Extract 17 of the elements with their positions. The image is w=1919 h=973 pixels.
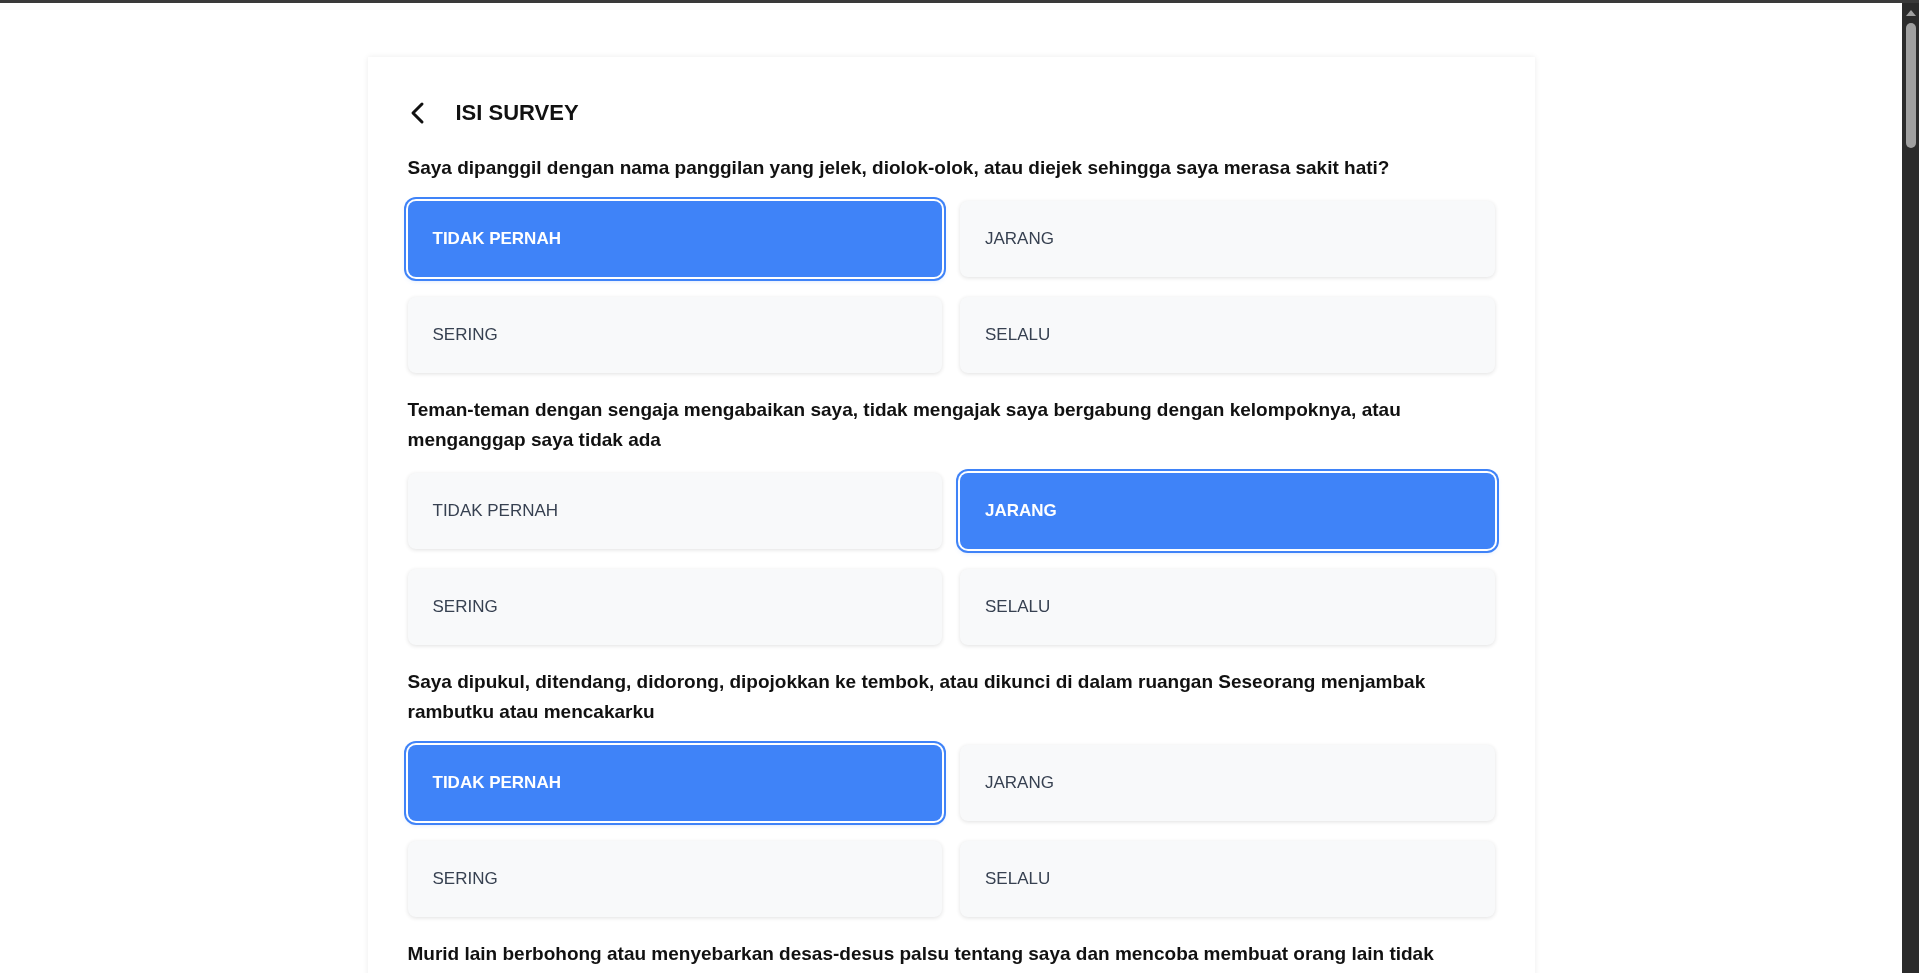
- scrollbar[interactable]: [1902, 3, 1919, 973]
- answer-option[interactable]: SERING: [407, 569, 942, 645]
- answer-option[interactable]: JARANG: [960, 201, 1495, 277]
- page-title: ISI SURVEY: [455, 100, 579, 126]
- answer-option[interactable]: SELALU: [960, 841, 1495, 917]
- scroll-up-icon[interactable]: [1904, 9, 1917, 17]
- question-text: Murid lain berbohong atau menyebarkan desas-desus palsu tentang saya dan mencoba membuat orang lain tidak: [407, 942, 1435, 966]
- answer-option[interactable]: SERING: [407, 841, 942, 917]
- scrollbar-thumb[interactable]: [1905, 23, 1916, 148]
- answer-option[interactable]: SERING: [407, 297, 942, 373]
- answer-option[interactable]: TIDAK PERNAH: [407, 473, 942, 549]
- answer-option[interactable]: SELALU: [960, 569, 1495, 645]
- answer-option[interactable]: JARANG: [960, 745, 1495, 821]
- question-text: Saya dipukul, ditendang, didorong, dipojokkan ke tembok, atau dikunci di dalam ruangan Seseorang menjambak rambutku atau mencakarku: [407, 670, 1427, 724]
- question-text: Saya dipanggil dengan nama panggilan yang jelek, diolok-olok, atau diejek sehingga saya merasa sakit hati?: [407, 156, 1391, 180]
- answer-option[interactable]: SELALU: [960, 297, 1495, 373]
- question-text: Teman-teman dengan sengaja mengabaikan saya, tidak mengajak saya bergabung dengan kelompoknya, atau menganggap saya tidak ada: [407, 398, 1402, 452]
